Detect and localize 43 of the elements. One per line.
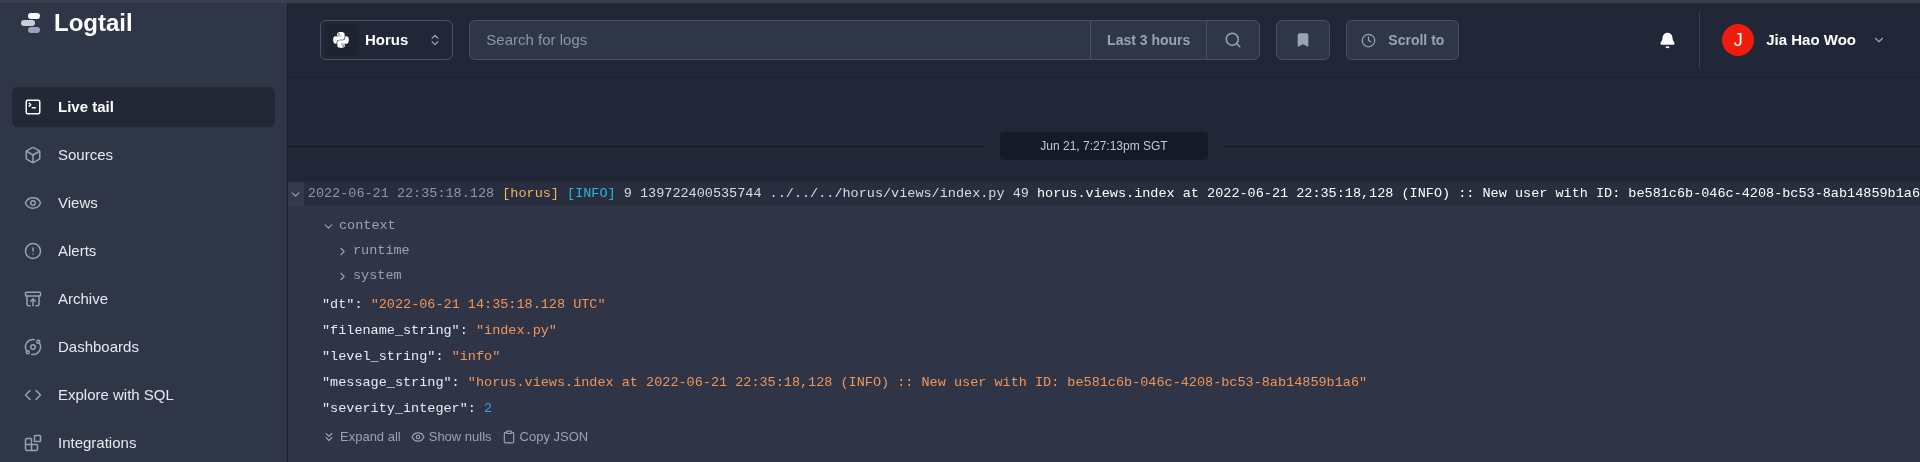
sidebar-item[interactable]: Explore with SQL <box>12 375 275 415</box>
collapse-row-button[interactable] <box>288 182 304 206</box>
python-icon <box>325 24 357 56</box>
source-selector[interactable]: Horus <box>320 20 454 60</box>
tree-node[interactable]: context <box>322 214 396 239</box>
eye-icon <box>410 429 425 444</box>
bookmark-button[interactable] <box>1276 20 1331 60</box>
tree-node[interactable]: system <box>336 264 402 289</box>
terminal-icon <box>24 98 42 116</box>
time-range-button[interactable]: Last 3 hours <box>1090 21 1207 59</box>
json-action-button[interactable]: Show nulls <box>410 427 492 447</box>
clock-icon <box>1361 32 1377 48</box>
scroll-to-button[interactable]: Scroll to <box>1346 20 1460 60</box>
user-avatar: J <box>1722 24 1755 56</box>
date-separator: Jun 21, 7:27:13pm SGT <box>1000 132 1208 160</box>
sidebar-item[interactable]: Archive <box>12 279 275 319</box>
cube-icon <box>24 146 42 164</box>
tree-node[interactable]: runtime <box>336 239 410 264</box>
alert-icon <box>24 242 42 260</box>
json-field: "level_string": "info" <box>322 341 1920 367</box>
sidebar-item[interactable]: Live tail <box>12 87 275 127</box>
eye-icon <box>24 194 42 212</box>
search-field[interactable]: Search for logs Last 3 hours <box>469 20 1261 60</box>
sidebar-item[interactable]: Dashboards <box>12 327 275 367</box>
json-field: "dt": "2022-06-21 14:35:18.128 UTC" <box>322 289 1920 315</box>
json-field: "severity_integer": 2 <box>322 393 1920 419</box>
sidebar-item[interactable]: Views <box>12 183 275 223</box>
download-box-icon <box>24 290 42 308</box>
json-field: "filename_string": "index.py" <box>322 315 1920 341</box>
swirl-icon <box>24 338 42 356</box>
sidebar-item[interactable]: Sources <box>12 135 275 175</box>
bell-icon <box>1658 31 1676 49</box>
brand-name: Logtail <box>54 8 133 38</box>
blocks-icon <box>24 434 42 452</box>
json-action-button[interactable]: Expand all <box>322 427 401 447</box>
json-action-button[interactable]: Copy JSON <box>501 427 589 447</box>
user-menu[interactable]: J Jia Hao Woo <box>1722 24 1888 56</box>
sidebar-item[interactable]: Alerts <box>12 231 275 271</box>
clipboard-icon <box>501 429 516 444</box>
logo-icon <box>20 12 42 34</box>
search-icon <box>1224 31 1243 49</box>
json-field: "message_string": "horus.views.index at 2022-06-21 22:35:18,128 (INFO) :: New user with ID: be581c6b-046c-4208-bc53-8ab14859b1a6" <box>322 367 1920 393</box>
sidebar-item[interactable]: Integrations <box>12 423 275 462</box>
